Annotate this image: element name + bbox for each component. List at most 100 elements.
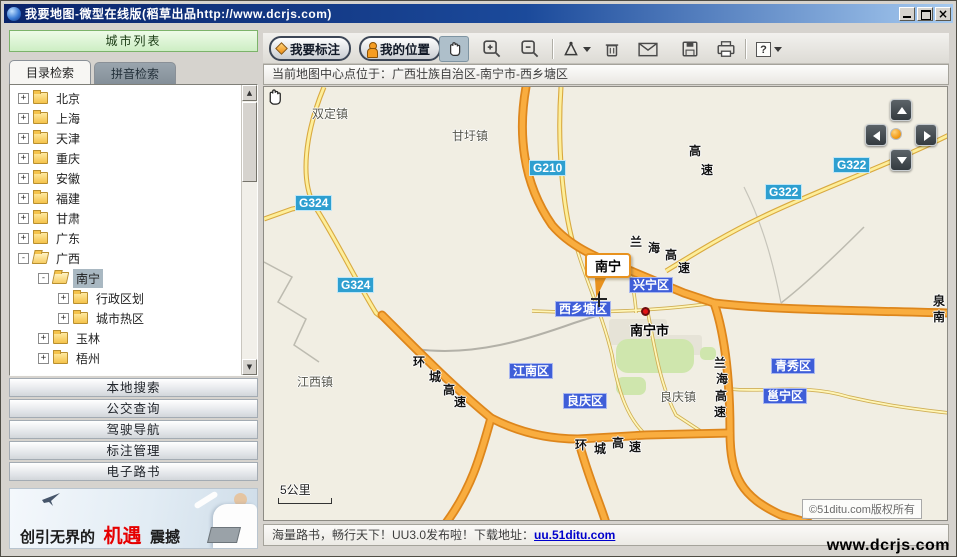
collapse-icon[interactable]: - (18, 253, 29, 264)
road-name-char: 南 (933, 308, 945, 325)
sidebar-button-本地搜索[interactable]: 本地搜索 (9, 378, 258, 397)
expand-icon[interactable]: + (18, 233, 29, 244)
title-bar[interactable]: 我要地图-微型在线版(稻草出品http://www.dcrjs.com) (4, 4, 953, 23)
measure-tool-button[interactable] (557, 36, 595, 62)
ad-person (193, 491, 218, 510)
tree-item-重庆[interactable]: + 重庆 (10, 148, 241, 168)
sidebar-nav: 本地搜索公交查询驾驶导航标注管理电子路书 (9, 378, 258, 483)
tree-item-北京[interactable]: + 北京 (10, 88, 241, 108)
tree-item-城市热区[interactable]: +城市热区 (10, 308, 241, 328)
zoom-out-icon (521, 40, 540, 59)
promo-text: 海量路书，畅行天下！UU3.0发布啦！下载地址： (272, 528, 534, 542)
sidebar-button-电子路书[interactable]: 电子路书 (9, 462, 258, 481)
road-name-char: 高 (715, 387, 727, 404)
tree-item-广东[interactable]: + 广东 (10, 228, 241, 248)
tree-item-梧州[interactable]: +梧州 (10, 348, 241, 368)
tree-item-label: 北京 (53, 89, 83, 108)
tree-item-安徽[interactable]: + 安徽 (10, 168, 241, 188)
pan-tool-button[interactable] (439, 36, 469, 62)
tree-item-label: 福建 (53, 189, 83, 208)
annotate-button[interactable]: 我要标注 (269, 36, 351, 61)
zoom-out-button[interactable] (515, 36, 545, 62)
scrollbar-thumb[interactable] (242, 102, 257, 182)
app-icon (7, 7, 21, 21)
zoom-in-button[interactable] (477, 36, 507, 62)
dropdown-caret-icon (774, 47, 782, 52)
scale-label: 5公里 (280, 481, 311, 498)
measure-icon (562, 40, 580, 58)
save-button[interactable] (675, 36, 705, 62)
mail-button[interactable] (633, 36, 663, 62)
tree-scrollbar[interactable]: ▲ ▼ (241, 85, 257, 375)
scroll-down-icon[interactable]: ▼ (242, 359, 257, 375)
tree-item-玉林[interactable]: +玉林 (10, 328, 241, 348)
folder-icon (33, 152, 48, 164)
folder-icon (33, 92, 48, 104)
tree-item-label: 安徽 (53, 169, 83, 188)
tree-item-天津[interactable]: +天津 (10, 128, 241, 148)
tab-pinyin-search[interactable]: 拼音检索 (94, 62, 176, 84)
zoom-in-icon (483, 40, 502, 59)
pan-right-button[interactable] (915, 124, 937, 146)
collapse-icon[interactable]: - (38, 273, 49, 284)
town-label: 江西镇 (297, 373, 333, 390)
tree-item-label: 甘肃 (53, 209, 83, 228)
district-badge: 邕宁区 (763, 388, 807, 404)
tree-item-福建[interactable]: + 福建 (10, 188, 241, 208)
delete-button[interactable] (597, 36, 627, 62)
tree-item-南宁[interactable]: -南宁 (10, 268, 241, 288)
expand-icon[interactable]: + (18, 113, 29, 124)
tree-item-行政区划[interactable]: +行政区划 (10, 288, 241, 308)
expand-icon[interactable]: + (18, 153, 29, 164)
dropdown-caret-icon (583, 47, 591, 52)
printer-icon (716, 40, 736, 58)
pan-up-button[interactable] (890, 99, 912, 121)
pan-left-button[interactable] (865, 124, 887, 146)
tab-directory-search[interactable]: 目录检索 (9, 60, 91, 84)
expand-icon[interactable]: + (38, 353, 49, 364)
ad-banner[interactable]: 创引无界的 机遇 震撼 (9, 488, 258, 549)
tree-item-label: 上海 (53, 109, 83, 128)
expand-icon[interactable]: + (18, 213, 29, 224)
road-number-badge: G324 (295, 195, 332, 211)
folder-icon (32, 252, 50, 264)
close-button[interactable] (935, 7, 951, 21)
marker-icon (275, 42, 288, 55)
my-location-button[interactable]: 我的位置 (359, 36, 441, 61)
road-name-char: 高 (612, 434, 624, 451)
expand-icon[interactable]: + (18, 173, 29, 184)
city-list-header: 城市列表 (9, 30, 258, 52)
promo-link[interactable]: uu.51ditu.com (534, 528, 615, 542)
tree-item-上海[interactable]: + 上海 (10, 108, 241, 128)
minimize-button[interactable] (899, 7, 915, 21)
map-canvas[interactable]: G210G322G322G324G324兴宁区西乡塘区江南区良庆区青秀区邕宁区双… (263, 86, 948, 521)
folder-icon (33, 112, 48, 124)
print-button[interactable] (711, 36, 741, 62)
tree-item-广西[interactable]: -广西 (10, 248, 241, 268)
expand-icon[interactable]: + (38, 333, 49, 344)
tree-item-label: 重庆 (53, 149, 83, 168)
town-label: 良庆镇 (660, 388, 696, 405)
tree-item-label: 广东 (53, 229, 83, 248)
expand-icon[interactable]: + (18, 93, 29, 104)
expand-icon[interactable]: + (58, 313, 69, 324)
map-callout[interactable]: 南宁 (585, 253, 631, 278)
plane-icon (40, 491, 62, 507)
expand-icon[interactable]: + (18, 133, 29, 144)
pan-down-button[interactable] (890, 149, 912, 171)
folder-icon (33, 232, 48, 244)
pan-center-button[interactable] (890, 128, 902, 140)
tree-item-甘肃[interactable]: + 甘肃 (10, 208, 241, 228)
city-tree-panel: +北京+上海+天津+重庆+安徽+福建+甘肃+广东-广西-南宁+行政区划+城市热区… (9, 84, 258, 376)
sidebar-button-标注管理[interactable]: 标注管理 (9, 441, 258, 460)
help-button[interactable]: ? (751, 36, 787, 62)
folder-icon (33, 132, 48, 144)
expand-icon[interactable]: + (58, 293, 69, 304)
sidebar-button-驾驶导航[interactable]: 驾驶导航 (9, 420, 258, 439)
sidebar-button-公交查询[interactable]: 公交查询 (9, 399, 258, 418)
town-label: 双定镇 (312, 105, 348, 122)
map-status-bar: 当前地图中心点位于：广西壮族自治区-南宁市-西乡塘区 (263, 64, 949, 85)
maximize-button[interactable] (917, 7, 933, 21)
expand-icon[interactable]: + (18, 193, 29, 204)
scroll-up-icon[interactable]: ▲ (242, 85, 257, 101)
